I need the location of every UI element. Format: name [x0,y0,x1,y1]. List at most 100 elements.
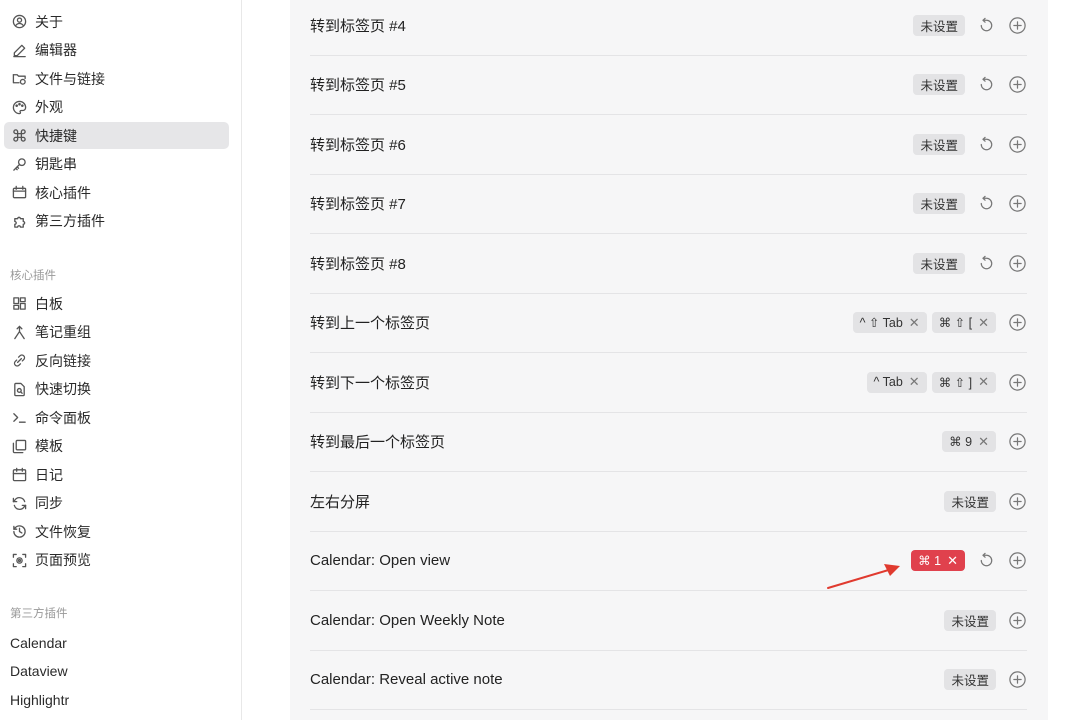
hotkey-controls: 未设置 [908,0,1027,55]
plugin-box-icon [10,184,28,202]
hotkey-row: 转到标签页 #8 未设置 [310,234,1027,294]
sidebar-item-label: 快速切换 [35,381,91,397]
remove-hotkey-icon[interactable]: ✕ [909,374,920,390]
sidebar-item-sync[interactable]: 同步 [4,490,229,517]
sidebar-item-puzzle[interactable]: 第三方插件 [4,208,229,235]
not-set-badge: 未设置 [913,252,965,274]
sidebar-plugin-highlightr[interactable]: Highlightr [4,686,229,713]
hotkey-chip[interactable]: ⌘ ⇧ [✕ [931,312,996,334]
remove-hotkey-icon[interactable]: ✕ [947,553,958,569]
remove-hotkey-icon[interactable]: ✕ [909,315,920,331]
reset-icon[interactable] [976,194,996,214]
sidebar-item-canvas-grid[interactable]: 白板 [4,290,229,317]
hotkey-chip-text: 未设置 [920,198,958,213]
hotkey-chip[interactable]: ^ ⇧ Tab ✕ [852,312,927,334]
hotkey-command-label: 转到上一个标签页 [310,315,431,333]
not-set-badge: 未设置 [913,193,965,215]
hotkey-chip[interactable]: ⌘ ⇧ ] ✕ [931,371,996,393]
hotkey-controls: 未设置 [939,472,1027,531]
hotkey-command-label: 左右分屏 [310,493,371,511]
add-hotkey-icon[interactable] [1007,432,1027,452]
sidebar-item-user-circle[interactable]: 关于 [4,8,229,35]
add-hotkey-icon[interactable] [1007,313,1027,333]
sidebar-item-template[interactable]: 模板 [4,433,229,460]
sidebar-item-label: 模板 [35,438,63,454]
key-icon [10,155,28,173]
core-plugins-heading: 核心插件 [10,270,56,282]
not-set-badge: 未设置 [913,14,965,36]
sidebar-item-label: 快捷键 [35,127,77,144]
puzzle-icon [10,212,28,230]
hotkey-chip[interactable]: ^ Tab ✕ [866,371,927,393]
hotkey-row: 转到标签页 #4 未设置 [310,0,1027,56]
sidebar-item-preview[interactable]: 页面预览 [4,547,229,574]
hotkey-chip[interactable]: ⌘ 9 ✕ [942,431,996,453]
add-hotkey-icon[interactable] [1007,372,1027,392]
remove-hotkey-icon[interactable]: ✕ [978,434,989,450]
remove-hotkey-icon[interactable]: ✕ [978,315,989,331]
template-icon [10,437,28,455]
sidebar-item-terminal[interactable]: 命令面板 [4,404,229,431]
add-hotkey-icon[interactable] [1007,194,1027,214]
sidebar-item-merge[interactable]: 笔记重组 [4,319,229,346]
hotkey-command-label: 转到标签页 #8 [310,255,406,273]
sidebar-item-label: 同步 [35,495,63,511]
hotkey-command-label: 转到标签页 #7 [310,196,406,214]
hotkey-row: 转到最后一个标签页 ⌘ 9 ✕ [310,413,1027,472]
sidebar-item-calendar[interactable]: 日记 [4,461,229,488]
third-party-plugins-heading: 第三方插件 [10,608,68,620]
add-hotkey-icon[interactable] [1007,15,1027,35]
hotkey-command-label: 转到标签页 #6 [310,136,406,154]
hotkey-chip-text: 未设置 [951,674,989,689]
sidebar-item-label: 外观 [35,99,63,115]
add-hotkey-icon[interactable] [1007,491,1027,511]
sidebar-item-label: 文件与链接 [35,70,105,87]
sidebar-item-history[interactable]: 文件恢复 [4,518,229,545]
reset-icon[interactable] [976,551,996,571]
sidebar-item-command[interactable]: 快捷键 [4,122,229,149]
pen-icon [10,41,28,59]
hotkey-controls: 未设置 [908,115,1027,174]
sidebar-item-pen[interactable]: 编辑器 [4,37,229,64]
palette-icon [10,98,28,116]
add-hotkey-icon[interactable] [1007,253,1027,273]
sidebar-item-folder-link[interactable]: 文件与链接 [4,65,229,92]
add-hotkey-icon[interactable] [1007,670,1027,690]
sidebar-item-backlink[interactable]: 反向链接 [4,347,229,374]
history-icon [10,523,28,541]
hotkeys-list[interactable]: 转到标签页 #4 未设置 转到标签页 #5 未设置 转到标签页 #6 未设置 转到标签页 #… [290,0,1048,720]
hotkey-controls: ⌘ 1 ✕ [906,532,1027,591]
sidebar-item-key[interactable]: 钥匙串 [4,151,229,178]
hotkey-row: 转到上一个标签页 ^ ⇧ Tab ✕ ⌘ ⇧ [✕ [310,294,1027,353]
sidebar-item-palette[interactable]: 外观 [4,94,229,121]
sidebar-item-label: 编辑器 [35,42,77,58]
hotkey-chip-text: ⌘ ⇧ ] [938,375,973,390]
hotkey-command-label: Calendar: Open Weekly Note [310,611,505,629]
sidebar-plugin-dataview[interactable]: Dataview [4,658,229,685]
reset-icon[interactable] [976,253,996,273]
sidebar-item-plugin-box[interactable]: 核心插件 [4,179,229,206]
remove-hotkey-icon[interactable]: ✕ [978,374,989,390]
user-circle-icon [10,13,28,31]
not-set-badge: 未设置 [913,74,965,96]
hotkey-controls: 未设置 [908,175,1027,234]
sidebar-item-quick-switch[interactable]: 快速切换 [4,376,229,403]
sidebar-item-label: 第三方插件 [35,213,105,229]
add-hotkey-icon[interactable] [1007,551,1027,571]
add-hotkey-icon[interactable] [1007,610,1027,630]
reset-icon[interactable] [976,15,996,35]
sidebar-item-label: 笔记重组 [35,324,91,340]
reset-icon[interactable] [976,134,996,154]
hotkey-chip-text: ⌘ 9 [949,435,973,450]
add-hotkey-icon[interactable] [1007,75,1027,95]
calendar-icon [10,466,28,484]
canvas-grid-icon [10,295,28,313]
sidebar-plugin-calendar[interactable]: Calendar [4,629,229,656]
hotkey-chip-text: 未设置 [920,138,958,153]
not-set-badge: 未设置 [913,133,965,155]
hotkey-chip[interactable]: ⌘ 1 ✕ [911,550,965,572]
add-hotkey-icon[interactable] [1007,134,1027,154]
sidebar-item-label: 钥匙串 [35,156,77,172]
hotkey-row: 转到下一个标签页 ^ Tab ✕ ⌘ ⇧ ] ✕ [310,353,1027,413]
reset-icon[interactable] [976,75,996,95]
